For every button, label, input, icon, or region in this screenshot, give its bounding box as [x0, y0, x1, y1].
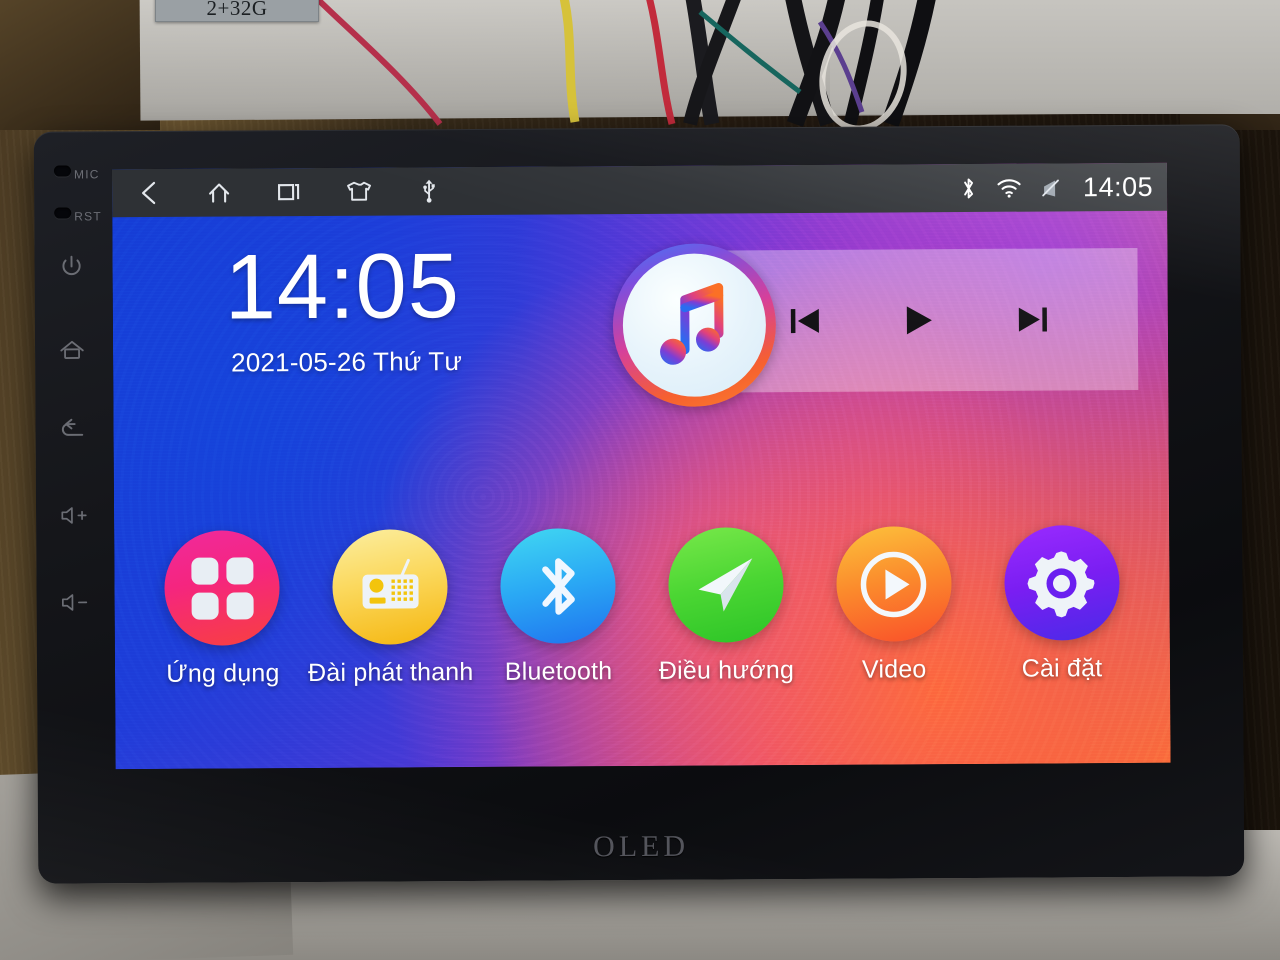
car-head-unit: MIC RST 14:05 14:05 2021-05-26 Thứ Tư Ứn… — [33, 124, 1245, 884]
status-bar: 14:05 — [111, 162, 1168, 218]
navigation-icon[interactable] — [668, 527, 784, 643]
gear-icon[interactable] — [1003, 525, 1120, 641]
next-track-button[interactable] — [1012, 299, 1054, 339]
recents-icon[interactable] — [274, 177, 304, 207]
dock-item-settings[interactable]: Cài đặt — [977, 525, 1146, 684]
clock-widget[interactable]: 14:05 2021-05-26 Thứ Tư — [224, 235, 463, 379]
app-dock: Ứng dụng Đài phát thanh Bluetooth Điều h… — [114, 525, 1170, 761]
home-icon[interactable] — [204, 177, 234, 207]
dock-label-apps: Ứng dụng — [166, 659, 280, 688]
dock-item-apps[interactable]: Ứng dụng — [138, 530, 307, 689]
usb-icon[interactable] — [414, 176, 444, 206]
hardware-key-column: MIC RST — [48, 145, 114, 821]
tshirt-icon[interactable] — [344, 177, 374, 207]
back-icon[interactable] — [134, 178, 164, 208]
volume-up-icon[interactable] — [58, 503, 90, 527]
dock-label-navigation: Điều hướng — [658, 656, 795, 685]
dock-item-bluetooth[interactable]: Bluetooth — [474, 528, 643, 687]
reset-label: RST — [74, 209, 102, 224]
spec-sticker: 2+32G — [155, 0, 319, 22]
touchscreen[interactable]: 14:05 14:05 2021-05-26 Thứ Tư Ứng dụng Đ… — [111, 162, 1171, 770]
navigation-button-group — [134, 176, 444, 208]
bluetooth-icon[interactable] — [500, 528, 616, 644]
dock-label-video: Video — [861, 655, 927, 684]
power-icon[interactable] — [58, 253, 84, 279]
brand-logo: OLED — [592, 829, 690, 864]
status-clock: 14:05 — [1082, 171, 1154, 202]
play-circle-icon[interactable] — [835, 526, 952, 642]
volume-down-icon[interactable] — [59, 590, 91, 614]
music-app-icon[interactable] — [612, 243, 777, 408]
previous-track-button[interactable] — [784, 301, 826, 341]
grid-icon[interactable] — [164, 530, 281, 646]
dock-label-bluetooth: Bluetooth — [504, 657, 613, 686]
reset-hole[interactable] — [54, 207, 72, 219]
status-indicators: 14:05 — [960, 171, 1153, 203]
dock-item-navigation[interactable]: Điều hướng — [642, 527, 811, 686]
home-icon[interactable] — [58, 337, 86, 363]
back-icon[interactable] — [58, 417, 86, 441]
clock-date: 2021-05-26 Thứ Tư — [231, 346, 463, 378]
dock-label-radio: Đài phát thanh — [307, 658, 474, 688]
dock-label-settings: Cài đặt — [1021, 654, 1103, 683]
dock-item-radio[interactable]: Đài phát thanh — [306, 529, 475, 688]
music-widget[interactable] — [612, 241, 1139, 408]
clock-time: 14:05 — [224, 235, 461, 339]
mic-hole — [53, 165, 71, 177]
bluetooth-icon — [964, 178, 973, 198]
signal-mute-icon — [1042, 179, 1059, 197]
radio-icon[interactable] — [332, 529, 449, 645]
spec-sticker-text: 2+32G — [206, 0, 268, 20]
music-note-icon — [622, 253, 767, 398]
dock-item-video[interactable]: Video — [809, 526, 978, 685]
mic-label: MIC — [73, 167, 100, 182]
play-button[interactable] — [898, 300, 940, 340]
wifi-icon — [997, 179, 1021, 198]
